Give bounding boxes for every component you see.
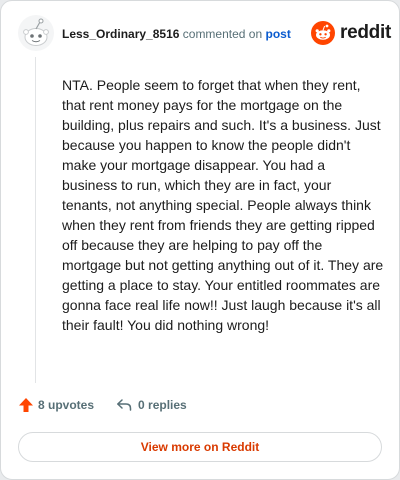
comment-header: Less_Ordinary_8516 commented on post xyxy=(62,26,291,42)
upvote-arrow-icon xyxy=(19,398,33,412)
thread-line xyxy=(35,57,36,383)
upvote-button[interactable]: 8 upvotes xyxy=(18,397,94,413)
reply-button[interactable]: 0 replies xyxy=(116,397,187,413)
view-more-button[interactable]: View more on Reddit xyxy=(18,432,382,462)
username[interactable]: Less_Ordinary_8516 xyxy=(62,27,179,41)
comment-actions: 8 upvotes 0 replies xyxy=(18,397,187,413)
reddit-logo[interactable]: reddit xyxy=(311,21,391,45)
snoo-avatar-icon xyxy=(18,15,54,51)
brand-name: reddit xyxy=(340,22,391,43)
reply-arrow-icon xyxy=(117,399,132,411)
comment-card: Less_Ordinary_8516 commented on post red… xyxy=(0,0,400,480)
comment-body: NTA. People seem to forget that when the… xyxy=(62,77,384,333)
view-more-label: View more on Reddit xyxy=(140,440,260,454)
action-text: commented on xyxy=(182,27,263,41)
post-link[interactable]: post xyxy=(266,27,291,41)
reply-count: 0 replies xyxy=(138,398,187,412)
avatar[interactable] xyxy=(18,15,54,51)
upvote-count: 8 upvotes xyxy=(38,398,95,412)
reddit-snoo-icon xyxy=(311,21,335,45)
